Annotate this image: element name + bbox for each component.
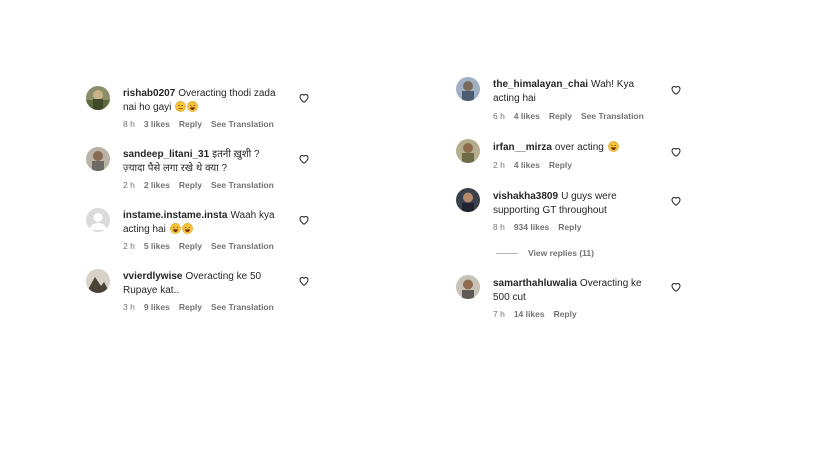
reply-button[interactable]: Reply — [179, 302, 202, 312]
comment-meta: 2 h 5 likes Reply See Translation — [123, 241, 283, 251]
comment-meta: 7 h 14 likes Reply — [493, 309, 586, 319]
heart-icon[interactable] — [670, 281, 682, 293]
laughing-face-emoji-icon — [187, 100, 198, 112]
comment-username[interactable]: instame.instame.insta — [123, 210, 227, 221]
avatar[interactable] — [456, 275, 480, 299]
heart-icon[interactable] — [298, 214, 310, 226]
comment-meta: 8 h 934 likes Reply — [493, 222, 590, 232]
comment-time: 7 h — [493, 309, 505, 319]
laughing-face-emoji-icon — [607, 141, 619, 152]
see-translation-button[interactable]: See Translation — [211, 302, 274, 312]
see-translation-button[interactable]: See Translation — [211, 241, 274, 251]
comment-text: instame.instame.insta Waah kya acting hai — [123, 210, 275, 235]
see-translation-button[interactable]: See Translation — [211, 119, 274, 129]
comment-meta: 2 h 4 likes Reply — [493, 160, 581, 170]
replies-divider-line — [496, 253, 518, 255]
view-replies-button[interactable]: View replies (11) — [496, 248, 594, 258]
avatar[interactable] — [456, 188, 480, 212]
comment-likes[interactable]: 4 likes — [514, 111, 540, 121]
laughing-face-emoji-icon — [181, 222, 193, 234]
comment-text: vishakha3809 U guys were supporting GT th… — [493, 191, 617, 216]
reply-button[interactable]: Reply — [554, 309, 577, 319]
comment-time: 8 h — [493, 222, 505, 232]
reply-button[interactable]: Reply — [558, 222, 581, 232]
comment-time: 2 h — [123, 241, 135, 251]
comment-text: samarthahluwalia Overacting ke 500 cut — [493, 278, 642, 303]
comment-username[interactable]: vishakha3809 — [493, 191, 558, 202]
comment-meta: 6 h 4 likes Reply See Translation — [493, 111, 653, 121]
comment-likes[interactable]: 934 likes — [514, 222, 549, 232]
reply-button[interactable]: Reply — [179, 180, 202, 190]
view-replies-label: View replies (11) — [528, 248, 594, 258]
comment-username[interactable]: the_himalayan_chai — [493, 79, 588, 90]
laughing-face-emoji-icon — [169, 222, 181, 234]
see-translation-button[interactable]: See Translation — [211, 180, 274, 190]
avatar[interactable] — [86, 269, 110, 293]
reply-button[interactable]: Reply — [179, 241, 202, 251]
avatar[interactable] — [86, 86, 110, 110]
heart-icon[interactable] — [670, 195, 682, 207]
comment-text: irfan__mirza over acting — [493, 141, 653, 155]
comment-time: 2 h — [493, 160, 505, 170]
comment-username[interactable]: sandeep_litani_31 — [123, 149, 209, 160]
avatar[interactable] — [86, 147, 110, 171]
reply-button[interactable]: Reply — [549, 160, 572, 170]
comment-time: 3 h — [123, 302, 135, 312]
comment-username[interactable]: samarthahluwalia — [493, 278, 577, 289]
avatar[interactable] — [456, 139, 480, 163]
avatar[interactable] — [86, 208, 110, 232]
comment-likes[interactable]: 9 likes — [144, 302, 170, 312]
heart-icon[interactable] — [670, 84, 682, 96]
comment-username[interactable]: irfan__mirza — [493, 142, 552, 153]
smirk-face-emoji-icon — [175, 100, 186, 112]
comment-text: vvierdlywise Overacting ke 50 Rupaye kat.… — [123, 271, 262, 296]
comment-time: 6 h — [493, 111, 505, 121]
comment-username[interactable]: vvierdlywise — [123, 271, 182, 282]
heart-icon[interactable] — [298, 275, 310, 287]
comment-time: 2 h — [123, 180, 135, 190]
heart-icon[interactable] — [670, 146, 682, 158]
comment-meta: 2 h 2 likes Reply See Translation — [123, 180, 283, 190]
comment-likes[interactable]: 5 likes — [144, 241, 170, 251]
comment-likes[interactable]: 3 likes — [144, 119, 170, 129]
comment-meta: 8 h 3 likes Reply See Translation — [123, 119, 283, 129]
comment-username[interactable]: rishab0207 — [123, 88, 175, 99]
comment-likes[interactable]: 2 likes — [144, 180, 170, 190]
heart-icon[interactable] — [298, 153, 310, 165]
comment-meta: 3 h 9 likes Reply See Translation — [123, 302, 283, 312]
comment-likes[interactable]: 14 likes — [514, 309, 545, 319]
reply-button[interactable]: Reply — [179, 119, 202, 129]
avatar[interactable] — [456, 77, 480, 101]
comment-text: the_himalayan_chai Wah! Kya acting hai — [493, 79, 635, 104]
see-translation-button[interactable]: See Translation — [581, 111, 644, 121]
reply-button[interactable]: Reply — [549, 111, 572, 121]
comment-text: sandeep_litani_31 इतनी ख़ुशी ? ज़्यादा पै… — [123, 149, 260, 174]
comment-time: 8 h — [123, 119, 135, 129]
comment-text: rishab0207 Overacting thodi zada nai ho g… — [123, 88, 276, 113]
heart-icon[interactable] — [298, 92, 310, 104]
comment-likes[interactable]: 4 likes — [514, 160, 540, 170]
